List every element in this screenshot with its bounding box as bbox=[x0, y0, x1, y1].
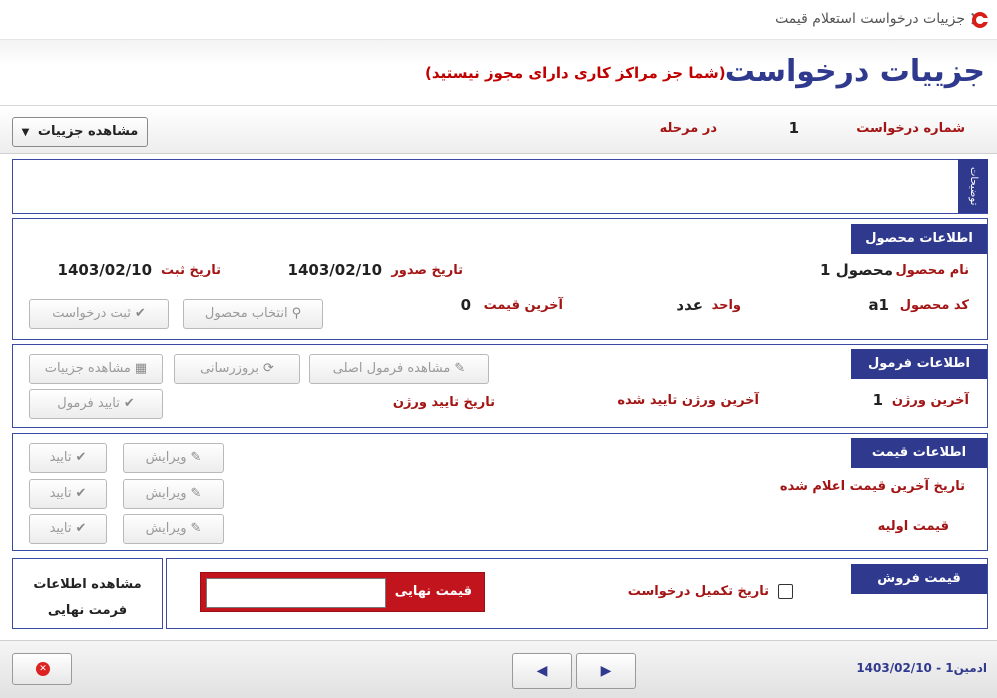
formula-info-section: اطلاعات فرمول ✎مشاهده فرمول اصلی ⟳بروزرس… bbox=[12, 344, 988, 428]
product-code-value: a1 bbox=[868, 296, 889, 314]
check-icon: ✔ bbox=[123, 396, 135, 411]
cancel-icon: ✕ bbox=[36, 662, 50, 676]
view-final-format-button[interactable]: مشاهده اطلاعات فرمت نهایی bbox=[12, 558, 163, 629]
register-date-value: 1403/02/10 bbox=[57, 261, 152, 279]
view-original-formula-button[interactable]: ✎مشاهده فرمول اصلی bbox=[309, 354, 489, 384]
last-approved-version-label: آخرین ورژن تایید شده bbox=[617, 393, 759, 408]
arrow-right-icon: ▶ bbox=[600, 663, 612, 679]
grid-icon: ▦ bbox=[134, 361, 148, 376]
last-version-value: 1 bbox=[872, 391, 883, 409]
next-button[interactable]: ▶ bbox=[576, 653, 636, 689]
edit-button-2[interactable]: ✎ویرایش bbox=[123, 479, 224, 509]
formula-info-title: اطلاعات فرمول bbox=[851, 349, 987, 379]
page-title: جزییات درخواست bbox=[724, 54, 985, 89]
check-icon: ✔ bbox=[134, 306, 146, 321]
user-date-info: ادمین1 - 1403/02/10 bbox=[856, 661, 987, 675]
sale-price-title: قیمت فروش bbox=[851, 564, 987, 594]
view-final-line2: فرمت نهایی bbox=[47, 603, 128, 618]
arrow-left-icon: ◀ bbox=[536, 663, 548, 679]
approve-button-2[interactable]: ✔تایید bbox=[29, 479, 107, 509]
request-number-value: 1 bbox=[788, 119, 799, 137]
search-icon: ⚲ bbox=[291, 306, 302, 321]
cancel-button[interactable]: ✕ bbox=[12, 653, 72, 685]
view-details-label: مشاهده جزییات bbox=[37, 124, 139, 139]
app-logo-icon bbox=[972, 12, 988, 28]
last-announced-price-date-label: تاریخ آخرین قیمت اعلام شده bbox=[779, 479, 965, 494]
unit-label: واحد bbox=[711, 298, 741, 313]
final-price-box: قیمت نهایی bbox=[200, 572, 485, 612]
register-date-label: تاریخ ثبت bbox=[161, 263, 221, 278]
price-info-title: اطلاعات قیمت bbox=[851, 438, 987, 468]
request-number-label: شماره درخواست bbox=[856, 121, 965, 136]
final-price-input[interactable] bbox=[206, 578, 386, 608]
description-tab: توضیحات bbox=[958, 159, 988, 213]
edit-button-1[interactable]: ✎ویرایش bbox=[123, 443, 224, 473]
version-approve-date-label: تاریخ تایید ورژن bbox=[392, 395, 495, 410]
product-info-section: اطلاعات محصول نام محصول محصول 1 تاریخ صد… bbox=[12, 218, 988, 340]
request-bar: شماره درخواست 1 در مرحله مشاهده جزییات ▼ bbox=[0, 107, 997, 154]
final-price-label: قیمت نهایی bbox=[394, 584, 472, 599]
window-title: جزییات درخواست استعلام قیمت bbox=[775, 11, 965, 27]
product-name-value: محصول 1 bbox=[820, 261, 893, 279]
description-section bbox=[12, 159, 988, 214]
initial-price-label: قیمت اولیه bbox=[877, 519, 949, 534]
approve-button-1[interactable]: ✔تایید bbox=[29, 443, 107, 473]
update-button[interactable]: ⟳بروزرسانی bbox=[174, 354, 300, 384]
refresh-icon: ⟳ bbox=[263, 361, 274, 376]
stage-label: در مرحله bbox=[659, 121, 717, 136]
product-code-label: کد محصول bbox=[899, 298, 969, 313]
permission-warning: (شما جز مراکز کاری دارای مجوز نیستید) bbox=[425, 64, 726, 82]
completion-date-checkbox[interactable] bbox=[778, 584, 793, 599]
check-icon: ✔ bbox=[75, 486, 87, 501]
last-price-value: 0 bbox=[460, 296, 471, 314]
completion-date-label: تاریخ تکمیل درخواست bbox=[627, 584, 769, 599]
check-icon: ✔ bbox=[75, 450, 87, 465]
pencil-icon: ✎ bbox=[190, 486, 202, 501]
issue-date-value: 1403/02/10 bbox=[287, 261, 382, 279]
edit-button-3[interactable]: ✎ویرایش bbox=[123, 514, 224, 544]
title-bar: ✕ جزییات درخواست استعلام قیمت bbox=[0, 0, 997, 40]
last-version-label: آخرین ورژن bbox=[891, 393, 969, 408]
last-price-label: آخرین قیمت bbox=[483, 298, 563, 313]
submit-request-button[interactable]: ✔ثبت درخواست bbox=[29, 299, 169, 329]
pencil-icon: ✎ bbox=[190, 521, 202, 536]
unit-value: عدد bbox=[676, 296, 703, 314]
approve-button-3[interactable]: ✔تایید bbox=[29, 514, 107, 544]
view-final-line1: مشاهده اطلاعات bbox=[33, 577, 142, 592]
caret-down-icon: ▼ bbox=[21, 127, 30, 138]
previous-button[interactable]: ◀ bbox=[512, 653, 572, 689]
price-info-section: اطلاعات قیمت تاریخ آخرین قیمت اعلام شده … bbox=[12, 433, 988, 551]
page-header: جزییات درخواست (شما جز مراکز کاری دارای … bbox=[0, 40, 997, 106]
view-details-dropdown[interactable]: مشاهده جزییات ▼ bbox=[12, 117, 148, 147]
footer-bar: ✕ ◀ ▶ ادمین1 - 1403/02/10 bbox=[0, 640, 997, 698]
magic-wand-icon: ✎ bbox=[454, 361, 466, 376]
select-product-button[interactable]: ⚲انتخاب محصول bbox=[183, 299, 323, 329]
pencil-icon: ✎ bbox=[190, 450, 202, 465]
issue-date-label: تاریخ صدور bbox=[391, 263, 463, 278]
description-field[interactable] bbox=[15, 162, 955, 211]
product-name-label: نام محصول bbox=[895, 263, 969, 278]
approve-formula-button[interactable]: ✔تایید فرمول bbox=[29, 389, 163, 419]
view-formula-details-button[interactable]: ▦مشاهده جزییات bbox=[29, 354, 163, 384]
check-icon: ✔ bbox=[75, 521, 87, 536]
product-info-title: اطلاعات محصول bbox=[851, 224, 987, 254]
